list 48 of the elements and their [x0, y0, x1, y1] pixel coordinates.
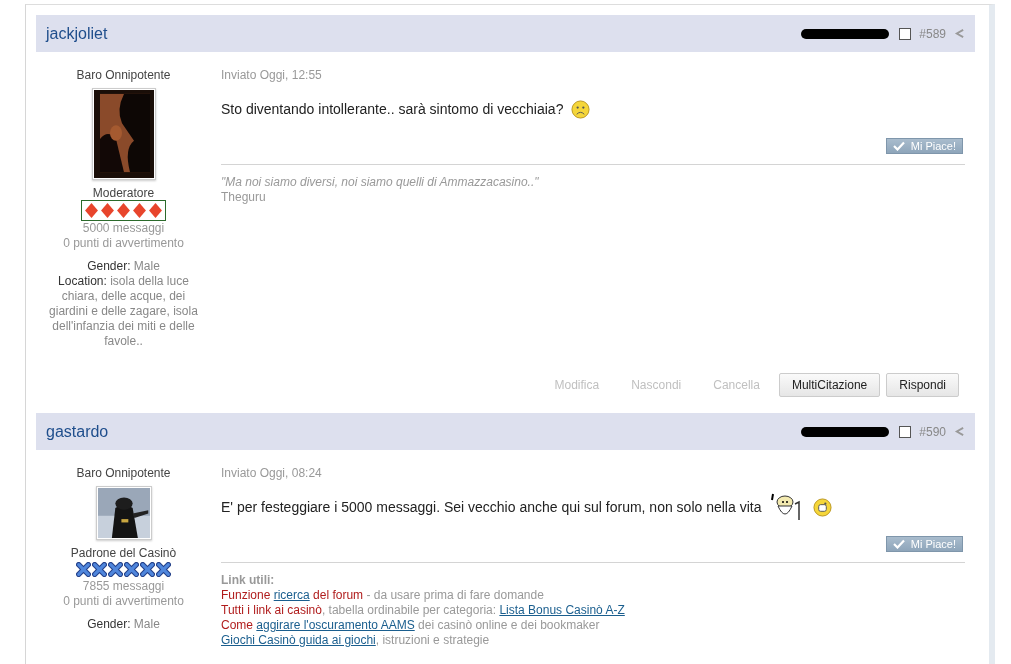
action-button[interactable]: MultiCitazione — [778, 373, 881, 397]
signature-line: Funzione ricerca del forum - da usare prima di fare domande — [221, 588, 545, 603]
cross-icon — [140, 562, 155, 577]
diamond-icon — [84, 203, 99, 218]
warning-points: 0 punti di avvertimento — [63, 594, 184, 609]
select-checkbox[interactable] — [899, 425, 912, 438]
signature-line: Tutti i link ai casinò, tabella ordinabile per categoria: Lista Bonus Casinò A-Z — [221, 603, 626, 618]
sad-face-icon — [571, 99, 591, 119]
signature-line: Giochi Casinò guida ai giochi, istruzioni e strategie — [221, 633, 491, 648]
member-group: Moderatore — [92, 186, 155, 200]
profile-field: Location: isola della luce chiara, delle acque, dei giardini e delle zagare, isola dell'infanzia dei miti e delle favole.. — [42, 274, 205, 349]
member-group: Padrone del Casinò — [70, 546, 177, 560]
post-date: Inviato Oggi, 08:24 — [221, 466, 323, 480]
signature-line: Theguru — [221, 190, 267, 205]
post-text: Sto diventando intollerante.. sarà sintomo di vecchiaia? — [221, 101, 564, 117]
author-link[interactable]: gastardo — [46, 422, 109, 441]
post-date: Inviato Oggi, 12:55 — [221, 68, 323, 82]
smiley-icon — [813, 497, 833, 517]
signature-link[interactable]: aggirare l'oscuramento AAMS — [256, 618, 415, 632]
profile-field: Gender: Male — [42, 259, 205, 274]
signature-link[interactable]: ricerca — [273, 588, 310, 602]
diamond-icon — [116, 203, 131, 218]
rank-title: Baro Onnipotente — [76, 466, 171, 480]
signature-link[interactable]: Lista Bonus Casinò A-Z — [499, 603, 625, 617]
select-checkbox[interactable] — [899, 27, 912, 40]
cross-icon — [108, 562, 123, 577]
author-link[interactable]: jackjoliet — [46, 24, 108, 43]
diamond-icon — [132, 203, 147, 218]
post-count: 5000 messaggi — [82, 221, 165, 236]
signature-line: Link utili: — [221, 573, 276, 588]
signature-line: "Ma noi siamo diversi, noi siamo quelli di Ammazzacasino.." — [221, 175, 540, 190]
action-button[interactable]: Rispondi — [886, 373, 959, 397]
post-text: E' per festeggiare i 5000 messaggi. Sei vecchio anche qui sul forum, non solo nella vita — [221, 499, 762, 515]
checkmark-icon — [892, 539, 905, 549]
signature-line: Come aggirare l'oscuramento AAMS dei casinò online e dei bookmaker — [221, 618, 601, 633]
checkmark-icon — [892, 141, 905, 151]
diamond-icon — [100, 203, 115, 218]
signature-link[interactable]: Giochi Casinò guida ai giochi — [221, 633, 376, 647]
warning-points: 0 punti di avvertimento — [63, 236, 184, 251]
profile-field: Gender: Male — [87, 617, 160, 632]
post-count: 7855 messaggi — [82, 579, 165, 594]
cross-icon — [76, 562, 91, 577]
cross-icon — [124, 562, 139, 577]
cross-icon — [92, 562, 107, 577]
avatar-frame[interactable] — [95, 486, 152, 540]
rank-title: Baro Onnipotente — [76, 68, 171, 82]
cross-icon — [156, 562, 171, 577]
diamond-icon — [148, 203, 163, 218]
